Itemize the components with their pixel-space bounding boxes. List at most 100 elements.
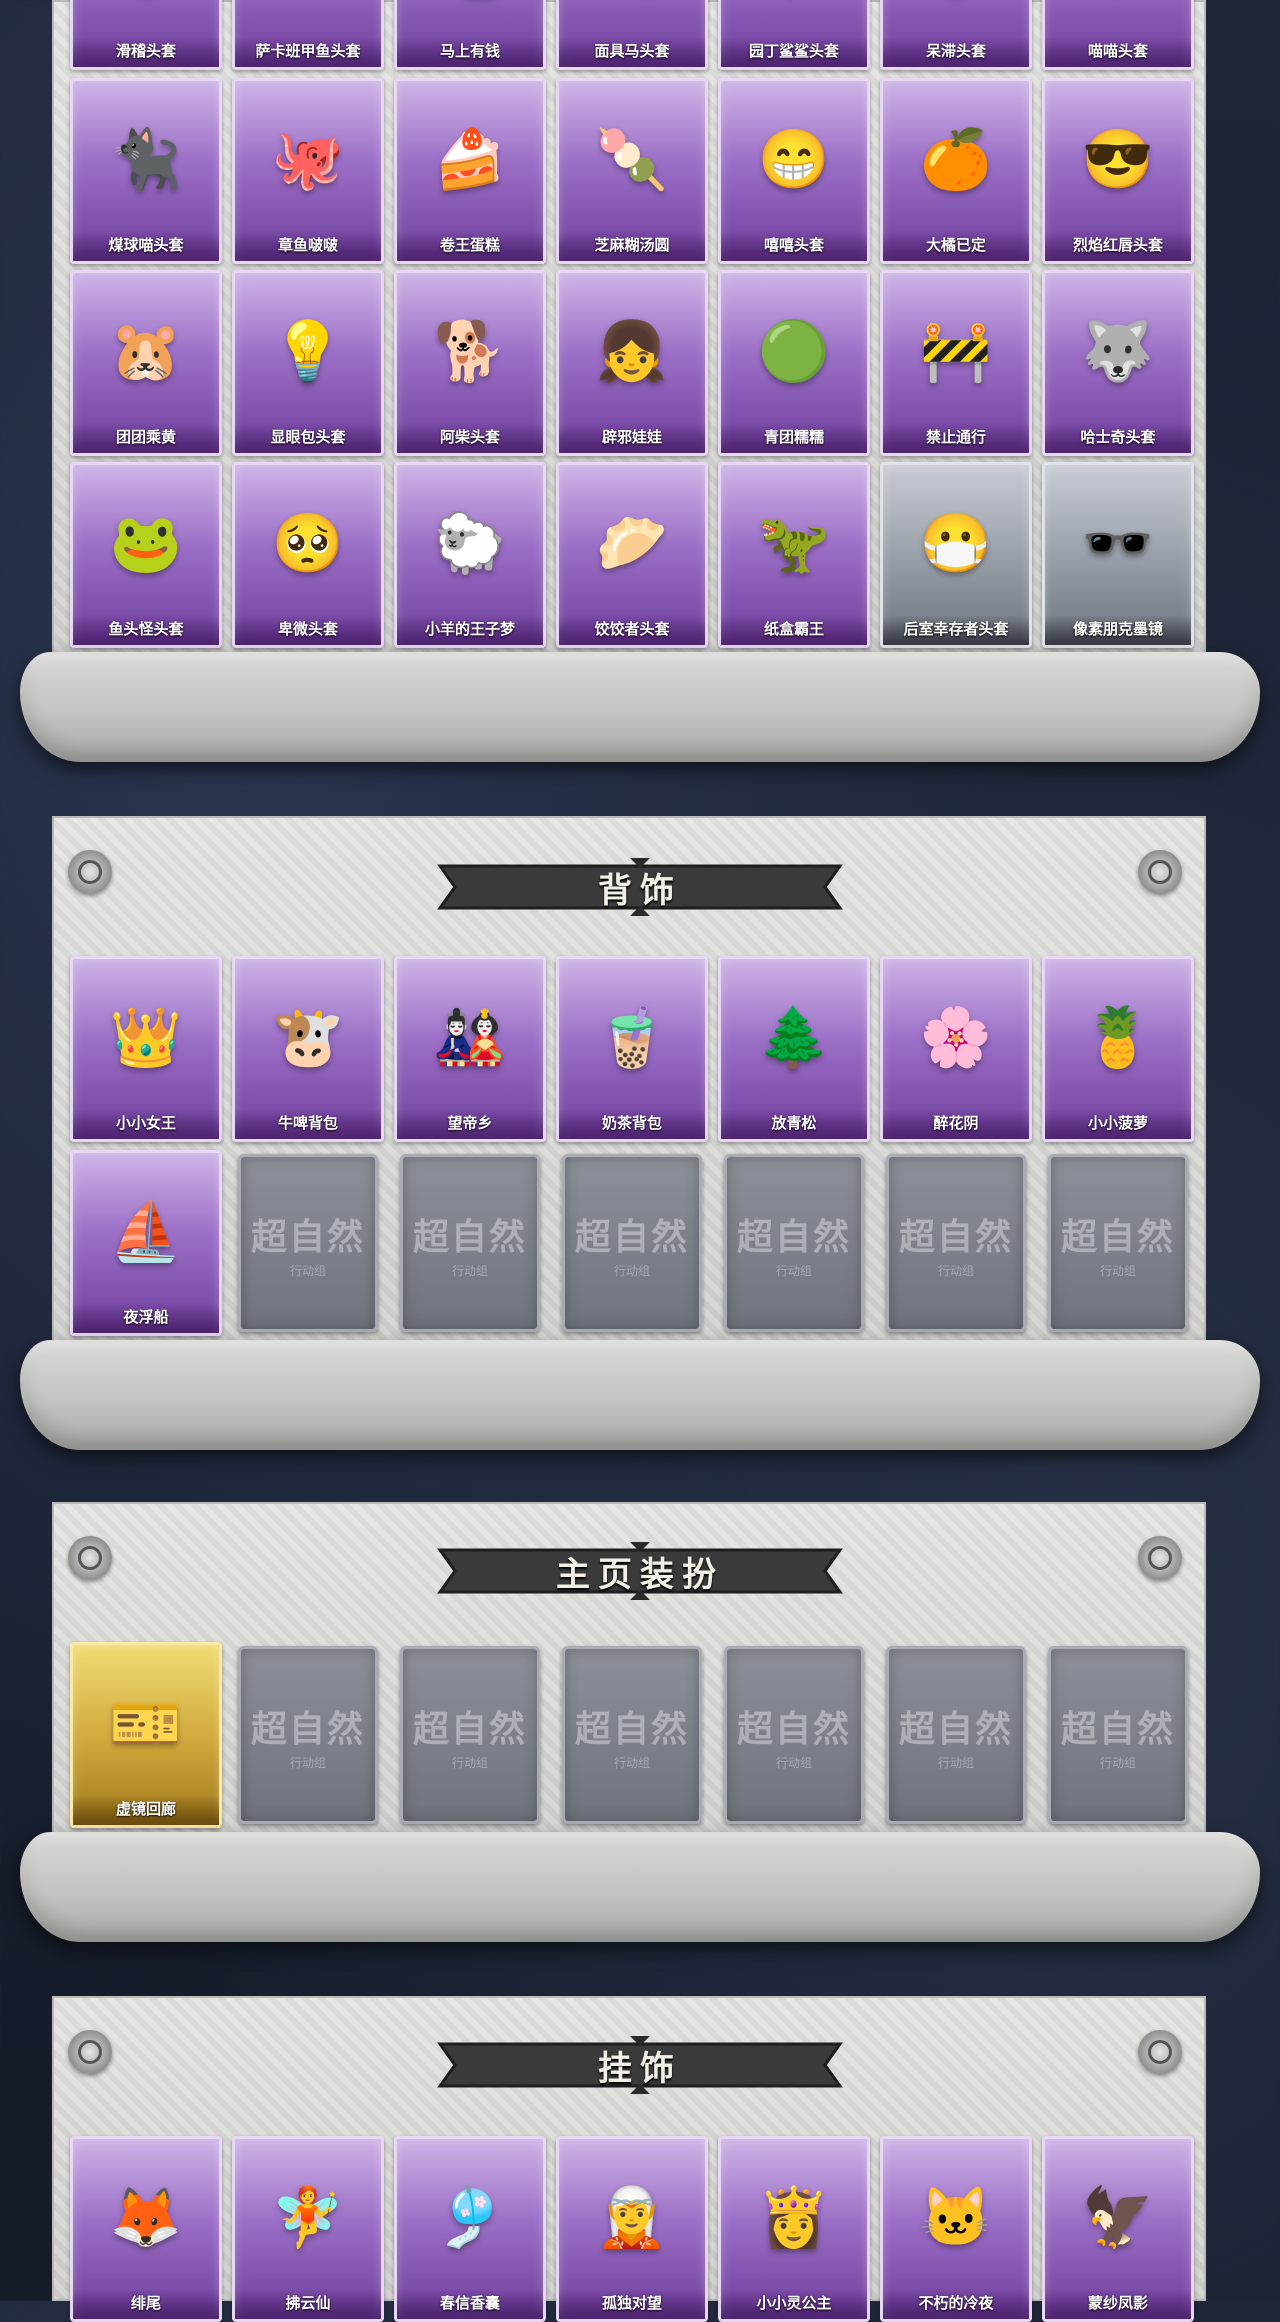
item-image: 👑	[109, 1005, 183, 1071]
empty-slot: 超自然 行动组	[238, 1154, 378, 1332]
back-grid: 👑 小小女王 🐮 牛啤背包 🎎 望帝乡 🧋 奶茶背包 🌲 放青松 🌸 醉花阴 🍍 小小菠萝 ⛵ 夜浮船 超自然行…	[70, 956, 1194, 1336]
section-title: 主页装扮	[556, 1555, 724, 1594]
item-card[interactable]: 🧚 拂云仙	[232, 2136, 384, 2322]
item-card[interactable]: 🟢 青团糯糯	[718, 270, 870, 456]
item-name: 虚镜回廊	[73, 1795, 219, 1825]
item-name: 阿柴头套	[397, 423, 543, 453]
item-image: 🌸	[919, 1005, 993, 1071]
item-card[interactable]: 🐟 萨卡班甲鱼头套	[232, 0, 384, 70]
item-card[interactable]: 🍊 大橘已定	[880, 78, 1032, 264]
item-card[interactable]: 🎫 虚镜回廊	[70, 1642, 222, 1828]
item-card[interactable]: 🐱 不朽的冷夜	[880, 2136, 1032, 2322]
item-name: 饺饺者头套	[559, 615, 705, 645]
item-card[interactable]: 👸 小小灵公主	[718, 2136, 870, 2322]
item-name: 章鱼啵啵	[235, 231, 381, 261]
item-card[interactable]: ⛵ 夜浮船	[70, 1150, 222, 1336]
empty-slot: 超自然 行动组	[724, 1646, 864, 1824]
item-name: 显眼包头套	[235, 423, 381, 453]
empty-slot: 超自然 行动组	[886, 1646, 1026, 1824]
item-name: 禁止通行	[883, 423, 1029, 453]
item-card[interactable]: 🐑 小羊的王子梦	[394, 462, 546, 648]
item-image: 😁	[757, 127, 831, 193]
item-card[interactable]: 👑 小小女王	[70, 956, 222, 1142]
watermark-logo: 超自然	[412, 1215, 527, 1257]
item-name: 卷王蛋糕	[397, 231, 543, 261]
back-scroll-bottom	[20, 1340, 1260, 1450]
item-card[interactable]: 😎 烈焰红唇头套	[1042, 78, 1194, 264]
item-card[interactable]: 😐 呆滞头套	[880, 0, 1032, 70]
item-name: 烈焰红唇头套	[1045, 231, 1191, 261]
item-card[interactable]: 🌸 醉花阴	[880, 956, 1032, 1142]
item-name: 孤独对望	[559, 2289, 705, 2319]
item-card[interactable]: 🥟 饺饺者头套	[556, 462, 708, 648]
watermark-subtitle: 行动组	[289, 1755, 326, 1770]
item-card[interactable]: 🐙 章鱼啵啵	[232, 78, 384, 264]
compass-icon	[1138, 2030, 1182, 2074]
item-card[interactable]: 🥺 卑微头套	[232, 462, 384, 648]
item-card[interactable]: 🙃 滑稽头套	[70, 0, 222, 70]
item-card[interactable]: 🦊 绯尾	[70, 2136, 222, 2322]
item-image: 👸	[757, 2185, 831, 2251]
item-image: 🦈	[742, 0, 846, 18]
item-card[interactable]: 🦅 蒙纱凤影	[1042, 2136, 1194, 2322]
item-card[interactable]: 🐴 马上有钱	[394, 0, 546, 70]
compass-icon	[68, 850, 112, 894]
empty-slot: 超自然 行动组	[886, 1154, 1026, 1332]
item-card[interactable]: 🦈 园丁鲨鲨头套	[718, 0, 870, 70]
empty-slot: 超自然 行动组	[1048, 1154, 1188, 1332]
item-card[interactable]: 🎐 春信香囊	[394, 2136, 546, 2322]
item-card[interactable]: 💡 显眼包头套	[232, 270, 384, 456]
watermark-logo: 超自然	[412, 1707, 527, 1749]
item-image: 🐱	[919, 2185, 993, 2251]
item-image: 🐕	[433, 319, 507, 385]
item-name: 牛啤背包	[235, 1109, 381, 1139]
item-card[interactable]: 🐮 牛啤背包	[232, 956, 384, 1142]
item-image: 🐙	[271, 127, 345, 193]
item-card[interactable]: 🍍 小小菠萝	[1042, 956, 1194, 1142]
watermark-logo: 超自然	[898, 1215, 1013, 1257]
item-image: 🍍	[1081, 1005, 1155, 1071]
item-image: ⛵	[109, 1199, 183, 1265]
compass-icon	[68, 2030, 112, 2074]
item-card[interactable]: 🧋 奶茶背包	[556, 956, 708, 1142]
item-card[interactable]: 🐱 喵喵头套	[1042, 0, 1194, 70]
item-card[interactable]: 🐸 鱼头怪头套	[70, 462, 222, 648]
watermark-logo: 超自然	[250, 1707, 365, 1749]
item-card[interactable]: 👧 辟邪娃娃	[556, 270, 708, 456]
item-card[interactable]: 🦖 纸盒霸王	[718, 462, 870, 648]
empty-slot: 超自然 行动组	[562, 1154, 702, 1332]
item-name: 放青松	[721, 1109, 867, 1139]
item-card[interactable]: 🕶️ 像素朋克墨镜	[1042, 462, 1194, 648]
section-title: 挂饰	[598, 2049, 682, 2088]
item-card[interactable]: 🍰 卷王蛋糕	[394, 78, 546, 264]
item-name: 不朽的冷夜	[883, 2289, 1029, 2319]
item-image: 🟢	[757, 319, 831, 385]
item-image: 🍰	[433, 127, 507, 193]
item-card[interactable]: 🐺 哈士奇头套	[1042, 270, 1194, 456]
homepage-scroll-bottom	[20, 1832, 1260, 1942]
item-image: 🎭	[580, 0, 684, 18]
item-card[interactable]: 🍡 芝麻糊汤圆	[556, 78, 708, 264]
item-card[interactable]: 😷 后室幸存者头套	[880, 462, 1032, 648]
item-name: 卑微头套	[235, 615, 381, 645]
item-image: 🧝	[595, 2185, 669, 2251]
item-card[interactable]: 🐹 团团乘黄	[70, 270, 222, 456]
item-card[interactable]: 🐕 阿柴头套	[394, 270, 546, 456]
watermark-logo: 超自然	[574, 1215, 689, 1257]
item-name: 萨卡班甲鱼头套	[235, 37, 381, 67]
pendant-grid: 🦊 绯尾 🧚 拂云仙 🎐 春信香囊 🧝 孤独对望 👸 小小灵公主 🐱 不朽的冷夜 🦅 蒙纱凤影	[70, 2136, 1194, 2322]
item-card[interactable]: 🚧 禁止通行	[880, 270, 1032, 456]
item-card[interactable]: 🌲 放青松	[718, 956, 870, 1142]
item-name: 奶茶背包	[559, 1109, 705, 1139]
item-name: 煤球喵头套	[73, 231, 219, 261]
item-name: 哈士奇头套	[1045, 423, 1191, 453]
item-image: 🐑	[433, 511, 507, 577]
item-name: 小小灵公主	[721, 2289, 867, 2319]
watermark-subtitle: 行动组	[775, 1263, 812, 1278]
watermark-subtitle: 行动组	[451, 1755, 488, 1770]
item-card[interactable]: 🎭 面具马头套	[556, 0, 708, 70]
item-card[interactable]: 🧝 孤独对望	[556, 2136, 708, 2322]
item-card[interactable]: 🎎 望帝乡	[394, 956, 546, 1142]
item-card[interactable]: 😁 嘻嘻头套	[718, 78, 870, 264]
item-card[interactable]: 🐈‍⬛ 煤球喵头套	[70, 78, 222, 264]
